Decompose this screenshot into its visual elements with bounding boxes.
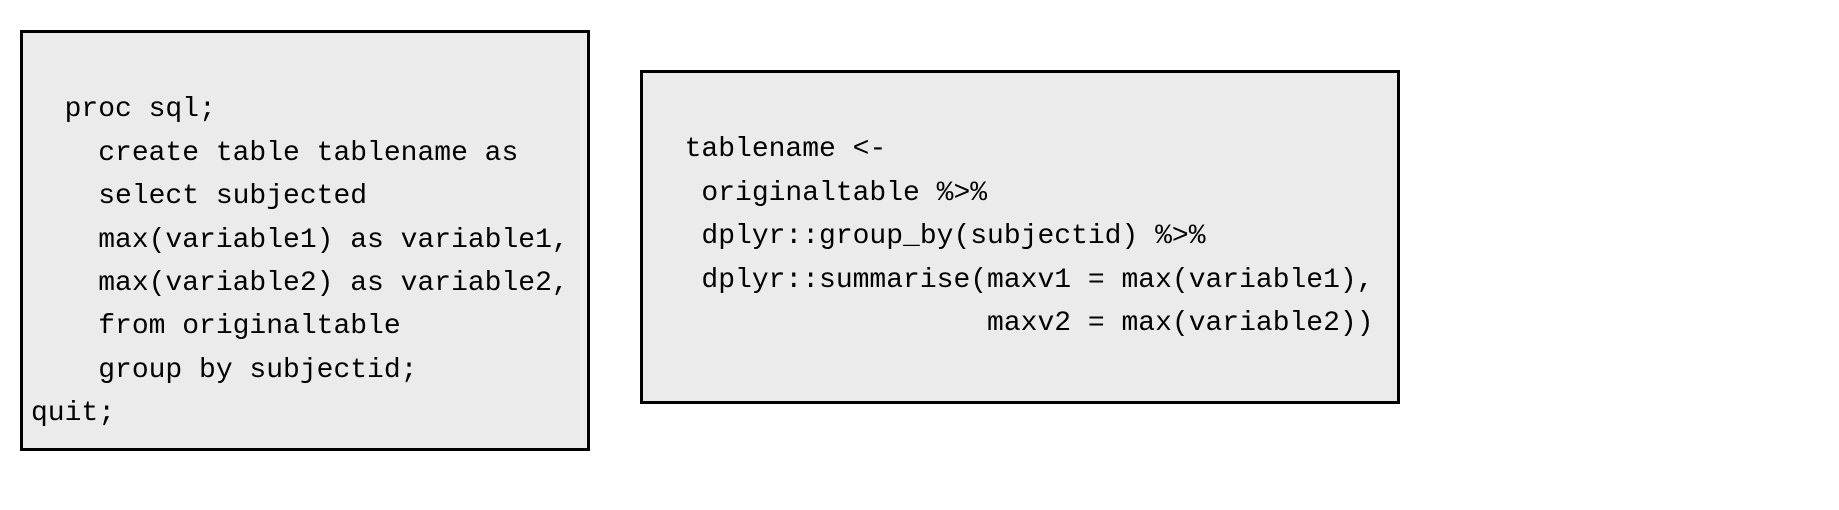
sql-code-block: proc sql; create table tablename as sele… (20, 30, 590, 451)
r-code-text: tablename <- originaltable %>% dplyr::gr… (651, 134, 1374, 339)
r-code-block: tablename <- originaltable %>% dplyr::gr… (640, 70, 1400, 404)
sql-code-text: proc sql; create table tablename as sele… (31, 94, 569, 429)
